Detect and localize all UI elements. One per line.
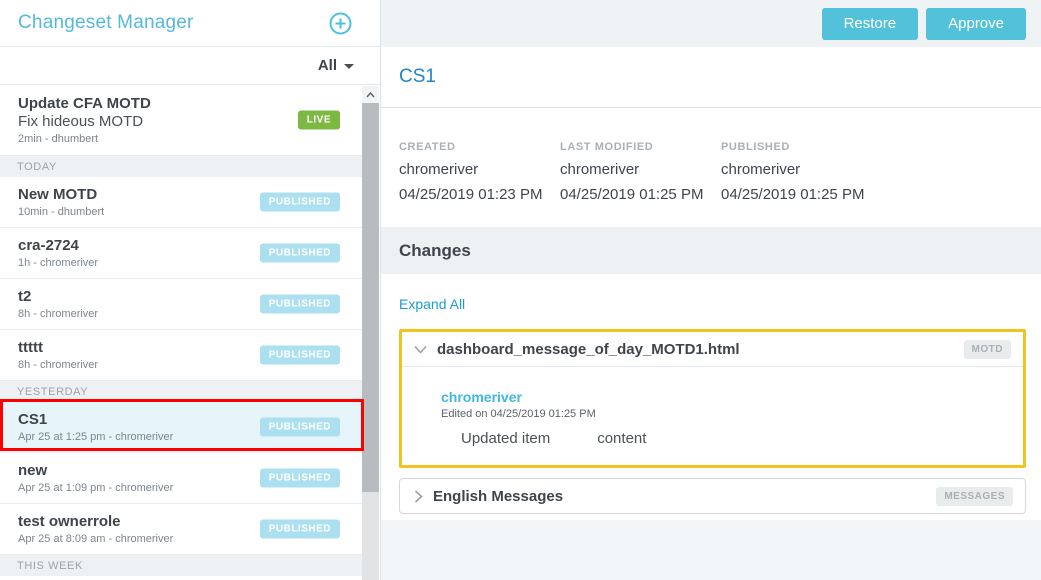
type-badge-motd: MOTD (964, 340, 1011, 359)
changeset-title: New MOTD (18, 186, 272, 204)
meta-last-modified: LAST MODIFIED chromeriver 04/25/2019 01:… (560, 141, 721, 227)
change-entry-detail: chromeriver Edited on 04/25/2019 01:25 P… (402, 367, 1023, 465)
meta-label: LAST MODIFIED (560, 141, 721, 153)
detail-toolbar: Restore Approve (381, 0, 1041, 47)
meta-published: PUBLISHED chromeriver 04/25/2019 01:25 P… (721, 141, 882, 227)
status-badge-published: PUBLISHED (260, 193, 340, 212)
meta-date: 04/25/2019 01:25 PM (721, 186, 882, 203)
status-badge-published: PUBLISHED (260, 418, 340, 437)
changeset-title: ttttt (18, 339, 272, 357)
changes-content: Expand All dashboard_message_of_day_MOTD… (381, 274, 1041, 580)
status-badge-published: PUBLISHED (260, 520, 340, 539)
edit-date: Edited on 04/25/2019 01:25 PM (441, 408, 999, 420)
change-entry-english-messages[interactable]: English Messages MESSAGES (399, 478, 1026, 514)
chevron-right-icon (414, 490, 423, 503)
status-badge-live: LIVE (298, 111, 340, 130)
detail-title-row: CS1 (381, 47, 1041, 108)
changeset-meta: 1h - chromeriver (18, 256, 272, 270)
meta-date: 04/25/2019 01:25 PM (560, 186, 721, 203)
changeset-title: CS1 (18, 411, 272, 429)
edit-user-link[interactable]: chromeriver (441, 389, 999, 405)
scrollbar-thumb[interactable] (362, 103, 379, 492)
changeset-item-new-motd[interactable]: New MOTD 10min - dhumbert PUBLISHED (0, 177, 362, 228)
meta-created: CREATED chromeriver 04/25/2019 01:23 PM (399, 141, 560, 227)
status-badge-published: PUBLISHED (260, 346, 340, 365)
changeset-meta: Apr 25 at 1:25 pm - chromeriver (18, 430, 272, 444)
meta-user: chromeriver (721, 161, 882, 178)
changeset-item-update-cfa-motd[interactable]: Update CFA MOTD Fix hideous MOTD 2min - … (0, 85, 362, 156)
meta-user: chromeriver (560, 161, 721, 178)
meta-label: PUBLISHED (721, 141, 882, 153)
changeset-meta: Apr 25 at 8:09 am - chromeriver (18, 532, 272, 546)
detail-panel: Restore Approve CS1 CREATED chromeriver … (380, 0, 1041, 580)
changeset-meta: 8h - chromeriver (18, 307, 272, 321)
chevron-down-icon (414, 345, 427, 354)
change-entry-name: dashboard_message_of_day_MOTD1.html (437, 341, 964, 358)
meta-user: chromeriver (399, 161, 560, 178)
changeset-filter-dropdown[interactable]: All (0, 47, 380, 85)
highlighted-change-panel: dashboard_message_of_day_MOTD1.html MOTD… (399, 329, 1026, 468)
type-badge-messages: MESSAGES (936, 487, 1013, 506)
scrollbar-up-arrow-icon[interactable] (362, 86, 379, 103)
change-entry-header-motd[interactable]: dashboard_message_of_day_MOTD1.html MOTD (402, 332, 1023, 366)
section-header-today: TODAY (0, 156, 362, 177)
edit-action-row: Updated item content (441, 430, 999, 447)
meta-date: 04/25/2019 01:23 PM (399, 186, 560, 203)
changeset-title: t2 (18, 288, 272, 306)
changeset-item-cs1[interactable]: CS1 Apr 25 at 1:25 pm - chromeriver PUBL… (0, 402, 362, 453)
changeset-title: new (18, 462, 272, 480)
changeset-item-test-ownerrole[interactable]: test ownerrole Apr 25 at 8:09 am - chrom… (0, 504, 362, 555)
changes-title: Changes (399, 241, 471, 261)
changeset-item-cra-2724[interactable]: cra-2724 1h - chromeriver PUBLISHED (0, 228, 362, 279)
changeset-title: cra-2724 (18, 237, 272, 255)
changeset-meta: 10min - dhumbert (18, 205, 272, 219)
section-header-yesterday: YESTERDAY (0, 381, 362, 402)
changeset-meta: Apr 25 at 1:09 pm - chromeriver (18, 481, 272, 495)
changeset-meta: 8h - chromeriver (18, 358, 272, 372)
changeset-title: test ownerrole (18, 513, 272, 531)
sidebar-header: Changeset Manager (0, 0, 380, 47)
changeset-item-t2[interactable]: t2 8h - chromeriver PUBLISHED (0, 279, 362, 330)
changeset-list: Update CFA MOTD Fix hideous MOTD 2min - … (0, 85, 362, 576)
app-title: Changeset Manager (18, 12, 194, 34)
change-entry-name: English Messages (433, 488, 936, 505)
section-header-this-week: THIS WEEK (0, 555, 362, 576)
page-title: CS1 (399, 66, 436, 88)
changeset-description: Fix hideous MOTD (18, 113, 272, 131)
changeset-title: Update CFA MOTD (18, 95, 272, 113)
chevron-down-icon (344, 64, 354, 69)
changeset-item-new[interactable]: new Apr 25 at 1:09 pm - chromeriver PUBL… (0, 453, 362, 504)
changeset-meta: 2min - dhumbert (18, 132, 272, 146)
status-badge-published: PUBLISHED (260, 244, 340, 263)
filter-value: All (318, 57, 337, 74)
changes-section-header: Changes (381, 227, 1041, 274)
changeset-manager-app: Changeset Manager All Update CFA MOTD Fi… (0, 0, 1041, 580)
expand-all-link[interactable]: Expand All (399, 296, 465, 312)
sidebar: Changeset Manager All Update CFA MOTD Fi… (0, 0, 380, 580)
approve-button[interactable]: Approve (926, 8, 1026, 40)
changeset-metadata: CREATED chromeriver 04/25/2019 01:23 PM … (381, 108, 1041, 227)
bottom-band (381, 520, 1041, 580)
status-badge-published: PUBLISHED (260, 469, 340, 488)
edit-action: Updated item (461, 430, 550, 447)
status-badge-published: PUBLISHED (260, 295, 340, 314)
add-changeset-icon[interactable] (329, 12, 352, 35)
meta-label: CREATED (399, 141, 560, 153)
restore-button[interactable]: Restore (822, 8, 919, 40)
edit-field: content (597, 430, 646, 447)
changeset-item-ttttt[interactable]: ttttt 8h - chromeriver PUBLISHED (0, 330, 362, 381)
sidebar-scrollbar[interactable] (362, 86, 379, 580)
